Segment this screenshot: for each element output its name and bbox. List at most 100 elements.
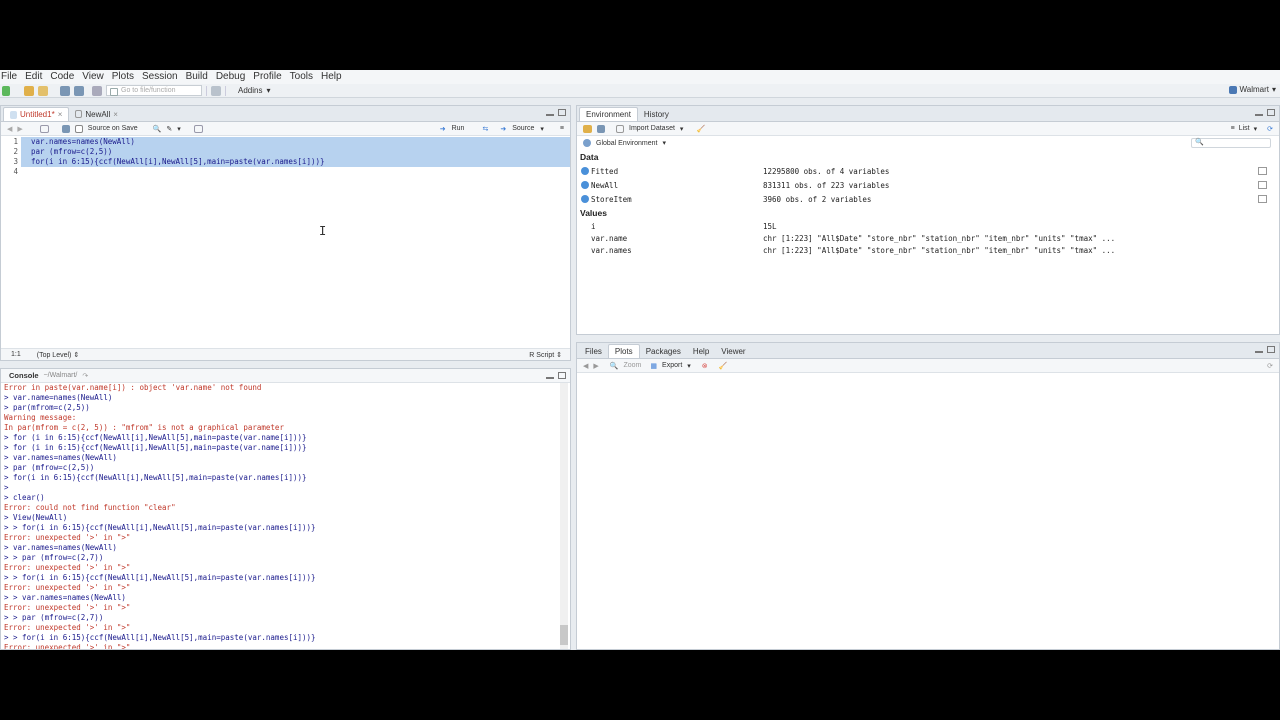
run-button[interactable]: Run (452, 125, 465, 132)
compile-report-icon[interactable] (193, 124, 203, 133)
menu-view[interactable]: View (78, 70, 108, 84)
data-row[interactable]: NewAll 831311 obs. of 223 variables (577, 178, 1279, 192)
save-icon[interactable] (61, 124, 70, 133)
view-table-icon[interactable] (1258, 195, 1267, 203)
tab-packages[interactable]: Packages (640, 344, 687, 358)
global-environment-selector[interactable]: Global Environment (596, 140, 657, 147)
code-line[interactable]: 2 par (mfrow=c(2,5)) (1, 147, 570, 157)
clear-plots-icon[interactable]: 🧹 (719, 362, 728, 370)
value-row[interactable]: var.names chr [1:223] "All$Date" "store_n… (577, 244, 1279, 256)
object-name: NewAll (591, 180, 619, 190)
console-scrollbar[interactable] (560, 383, 568, 649)
rerun-icon[interactable]: ⇆ (482, 125, 488, 133)
menu-plots[interactable]: Plots (108, 70, 138, 84)
chevron-down-icon: ▾ (1271, 85, 1276, 94)
environment-tabs: Environment History (577, 106, 1279, 122)
save-icon[interactable] (60, 85, 70, 96)
maximize-icon[interactable] (1267, 346, 1275, 353)
minimize-icon[interactable] (1255, 346, 1263, 353)
menu-session[interactable]: Session (138, 70, 182, 84)
new-file-icon[interactable] (2, 85, 10, 96)
menu-profile[interactable]: Profile (249, 70, 285, 84)
code-line[interactable]: 3 for(i in 6:15){ccf(NewAll[i],NewAll[5],… (1, 157, 570, 167)
forward-arrow-icon[interactable]: ▶ (17, 125, 22, 133)
values-list: i 15L var.name chr [1:223] "All$Date" "stor… (577, 220, 1279, 256)
data-row[interactable]: StoreItem 3960 obs. of 2 variables (577, 192, 1279, 206)
forward-arrow-icon[interactable]: ▶ (593, 362, 598, 370)
minimize-icon[interactable] (546, 109, 554, 116)
refresh-icon[interactable]: ⟳ (1267, 362, 1273, 370)
project-menu[interactable]: Walmart ▾ (1228, 85, 1276, 94)
go-to-directory-icon[interactable]: ↷ (82, 372, 88, 380)
menu-code[interactable]: Code (46, 70, 78, 84)
outline-icon[interactable]: ≡ (560, 125, 564, 132)
menu-edit[interactable]: Edit (21, 70, 46, 84)
file-type-selector[interactable]: R Script ⇕ (529, 351, 562, 359)
menu-build[interactable]: Build (182, 70, 212, 84)
tab-environment[interactable]: Environment (579, 107, 638, 121)
menu-file[interactable]: File (0, 70, 21, 84)
print-icon[interactable] (92, 85, 102, 96)
save-workspace-icon[interactable] (597, 124, 605, 133)
tab-plots[interactable]: Plots (607, 344, 640, 358)
chevron-down-icon: ▾ (1253, 125, 1258, 133)
view-table-icon[interactable] (1258, 167, 1267, 175)
back-arrow-icon[interactable]: ◀ (7, 125, 12, 133)
zoom-button[interactable]: Zoom (624, 362, 642, 369)
maximize-icon[interactable] (1267, 109, 1275, 116)
maximize-icon[interactable] (558, 372, 566, 379)
object-summary: 831311 obs. of 223 variables (763, 180, 890, 190)
open-project-icon[interactable] (24, 85, 34, 96)
export-button[interactable]: Export (662, 362, 682, 369)
checkbox-icon[interactable] (74, 124, 83, 133)
close-icon[interactable]: × (58, 110, 63, 119)
minimize-icon[interactable] (546, 372, 554, 379)
run-arrow-icon: ➜ (439, 125, 446, 133)
close-icon[interactable]: × (113, 110, 118, 119)
line-number: 3 (1, 157, 21, 167)
minimize-icon[interactable] (1255, 109, 1263, 116)
console-command-line: > for(i in 6:15){ccf(NewAll[i],NewAll[5]… (4, 473, 307, 482)
console-output[interactable]: Error in paste(var.name[i]) : object 'va… (4, 383, 556, 649)
menu-tools[interactable]: Tools (286, 70, 317, 84)
code-line[interactable]: 1 var.names=names(NewAll) (1, 137, 570, 147)
source-button[interactable]: Source (512, 125, 534, 132)
console-command-line: > for (i in 6:15){ccf(NewAll[i],NewAll[5… (4, 443, 307, 452)
view-table-icon[interactable] (1258, 181, 1267, 189)
expand-icon[interactable] (581, 167, 589, 175)
scope-selector[interactable]: (Top Level) ⇕ (37, 351, 79, 359)
open-file-icon[interactable] (38, 85, 48, 96)
magic-wand-icon[interactable]: ✎ (166, 125, 172, 133)
search-icon[interactable]: 🔍 (153, 125, 162, 133)
tab-history[interactable]: History (638, 107, 675, 121)
code-editor[interactable]: 1 var.names=names(NewAll) 2 par (mfrow=c(2,… (1, 137, 570, 177)
goto-file-input[interactable]: Go to file/function (106, 85, 202, 96)
tab-viewer[interactable]: Viewer (715, 344, 751, 358)
tab-help[interactable]: Help (687, 344, 715, 358)
workspace-panes-icon[interactable] (211, 85, 221, 96)
environment-search-input[interactable]: 🔍 (1191, 138, 1271, 148)
tab-files[interactable]: Files (579, 344, 608, 358)
remove-plot-icon[interactable]: ⊗ (702, 362, 708, 370)
menu-debug[interactable]: Debug (212, 70, 249, 84)
back-arrow-icon[interactable]: ◀ (583, 362, 588, 370)
addins-menu[interactable]: Addins (238, 86, 262, 95)
value-row[interactable]: var.name chr [1:223] "All$Date" "store_nb… (577, 232, 1279, 244)
maximize-icon[interactable] (558, 109, 566, 116)
value-row[interactable]: i 15L (577, 220, 1279, 232)
load-workspace-icon[interactable] (583, 124, 592, 133)
refresh-icon[interactable]: ⟳ (1267, 125, 1273, 133)
list-view-button[interactable]: List (1239, 125, 1250, 132)
import-dataset-button[interactable]: Import Dataset (629, 125, 675, 132)
expand-icon[interactable] (581, 195, 589, 203)
tab-newall[interactable]: NewAll × (69, 107, 124, 121)
show-in-window-icon[interactable] (39, 124, 49, 133)
expand-icon[interactable] (581, 181, 589, 189)
console-scroll-thumb[interactable] (560, 625, 568, 645)
broom-icon[interactable]: 🧹 (696, 125, 705, 133)
menu-help[interactable]: Help (317, 70, 346, 84)
code-line[interactable]: 4 (1, 167, 570, 177)
save-all-icon[interactable] (74, 85, 84, 96)
data-row[interactable]: Fitted 12295800 obs. of 4 variables (577, 164, 1279, 178)
tab-untitled1[interactable]: Untitled1* × (3, 107, 70, 121)
